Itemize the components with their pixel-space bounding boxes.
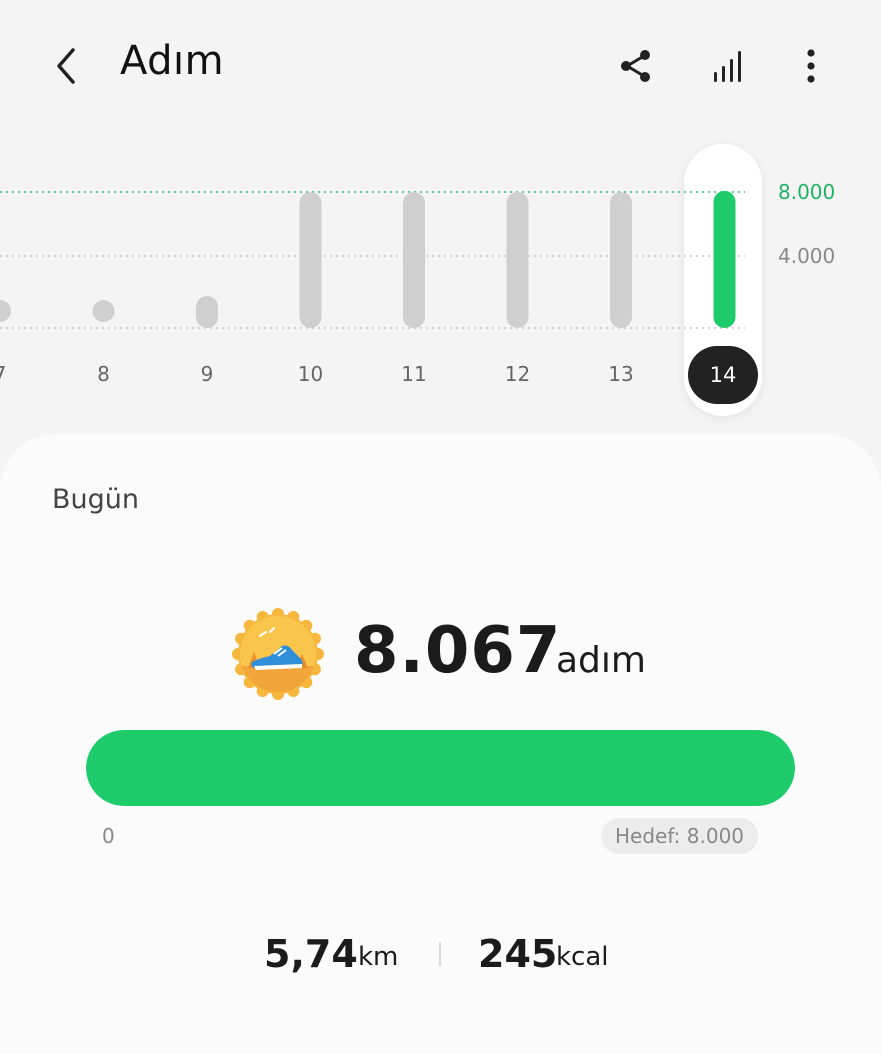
- y-tick-label: 4.000: [778, 244, 836, 268]
- chart-view-button[interactable]: [700, 40, 756, 92]
- stats-divider: [439, 942, 441, 966]
- stats-row: 5,74 km 245 kcal: [0, 932, 881, 988]
- day-label-7[interactable]: 7: [0, 362, 20, 386]
- chart-bar-7[interactable]: [0, 300, 11, 322]
- page-title: Adım: [120, 38, 225, 84]
- steps-count: 8.067: [354, 614, 562, 688]
- goal-label[interactable]: Hedef: 8.000: [601, 818, 759, 854]
- day-label-9[interactable]: 9: [187, 362, 227, 386]
- chart-bar-14[interactable]: [713, 190, 736, 328]
- goal-progress-fill: [86, 730, 795, 806]
- selected-day-label[interactable]: 14: [688, 346, 758, 404]
- day-label-12[interactable]: 12: [498, 362, 538, 386]
- calories-value: 245: [478, 932, 558, 976]
- y-tick-label: 8.000: [778, 180, 836, 204]
- day-label-13[interactable]: 13: [601, 362, 641, 386]
- chart-bar-9[interactable]: [196, 296, 218, 328]
- steps-unit: adım: [556, 640, 646, 681]
- more-options-button[interactable]: [783, 40, 839, 92]
- day-label-10[interactable]: 10: [291, 362, 331, 386]
- calories-unit: kcal: [556, 942, 609, 972]
- chart-bar-10[interactable]: [299, 192, 322, 328]
- steps-chart[interactable]: 8.000 4.000 7 8 9 10 11 12 13 14: [0, 140, 881, 430]
- chart-bar-8[interactable]: [92, 300, 115, 322]
- distance-unit: km: [358, 942, 399, 972]
- chart-bar-13[interactable]: [610, 192, 632, 328]
- chart-bar-11[interactable]: [403, 192, 425, 328]
- more-icon: [807, 49, 815, 83]
- day-label-11[interactable]: 11: [394, 362, 434, 386]
- today-summary-card: Bugün 8.067 adım 0 Hedef: 8.000 5,74 km …: [0, 434, 881, 1054]
- share-icon: [621, 50, 650, 82]
- chart-view-icon: [714, 51, 741, 82]
- goal-progress-bar: [86, 730, 795, 806]
- period-label: Bugün: [52, 484, 139, 515]
- walking-shoe-badge-icon: [232, 608, 324, 700]
- chart-bar-12[interactable]: [506, 192, 529, 328]
- progress-min-label: 0: [102, 824, 115, 848]
- day-label-8[interactable]: 8: [84, 362, 124, 386]
- app-header: Adım: [0, 0, 881, 132]
- back-icon: [57, 48, 75, 84]
- share-button[interactable]: [607, 40, 663, 92]
- back-button[interactable]: [40, 40, 92, 92]
- distance-value: 5,74: [264, 932, 358, 976]
